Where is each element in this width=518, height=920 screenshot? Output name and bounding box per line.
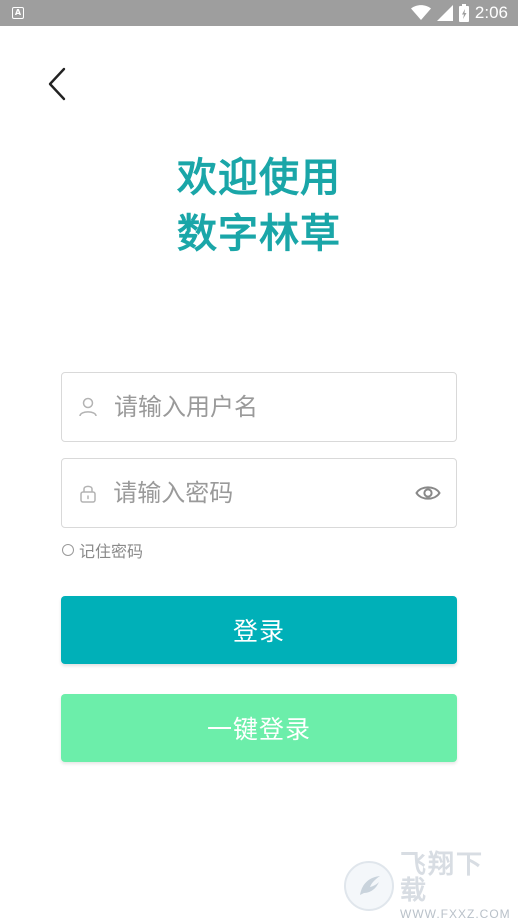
user-icon <box>78 397 98 417</box>
welcome-heading: 欢迎使用 数字林草 <box>0 150 518 262</box>
wifi-icon <box>410 5 431 20</box>
welcome-line-1: 欢迎使用 <box>177 155 341 201</box>
welcome-line-2: 数字林草 <box>177 211 341 257</box>
login-button[interactable]: 登录 <box>61 596 457 664</box>
remember-password-checkbox[interactable]: 记住密码 <box>62 538 143 562</box>
remember-password-radio[interactable] <box>62 544 74 556</box>
watermark-title: 飞翔下载 <box>400 850 485 906</box>
back-button[interactable] <box>40 64 74 104</box>
password-input[interactable] <box>113 473 414 513</box>
username-input[interactable] <box>114 387 456 427</box>
one-key-login-button[interactable]: 一键登录 <box>61 694 457 762</box>
notification-icon: A <box>12 7 24 19</box>
username-field[interactable] <box>61 372 457 442</box>
signal-icon <box>436 5 453 21</box>
status-time: 2:06 <box>474 3 508 22</box>
status-right: 2:06 <box>410 3 508 23</box>
lock-icon <box>78 483 97 503</box>
login-screen: A 2:06 欢迎使用 数字林草 请输入用户名 记住密码 登录 一键登录 飞翔下… <box>0 0 518 920</box>
battery-icon <box>458 4 469 22</box>
status-left: A <box>12 7 24 19</box>
toggle-password-visibility-button[interactable] <box>413 478 442 508</box>
eye-icon <box>414 486 441 500</box>
watermark-text: 飞翔下载 WWW.FXXZ.COM <box>400 852 511 920</box>
remember-password-label: 记住密码 <box>79 542 144 561</box>
watermark-logo-icon <box>344 861 394 911</box>
password-field[interactable] <box>61 458 457 528</box>
watermark-url: WWW.FXXZ.COM <box>400 907 511 920</box>
watermark: 飞翔下载 WWW.FXXZ.COM <box>344 852 510 920</box>
notification-icon-letter: A <box>14 8 22 17</box>
chevron-left-icon <box>48 67 66 101</box>
status-bar: A 2:06 <box>0 0 518 26</box>
